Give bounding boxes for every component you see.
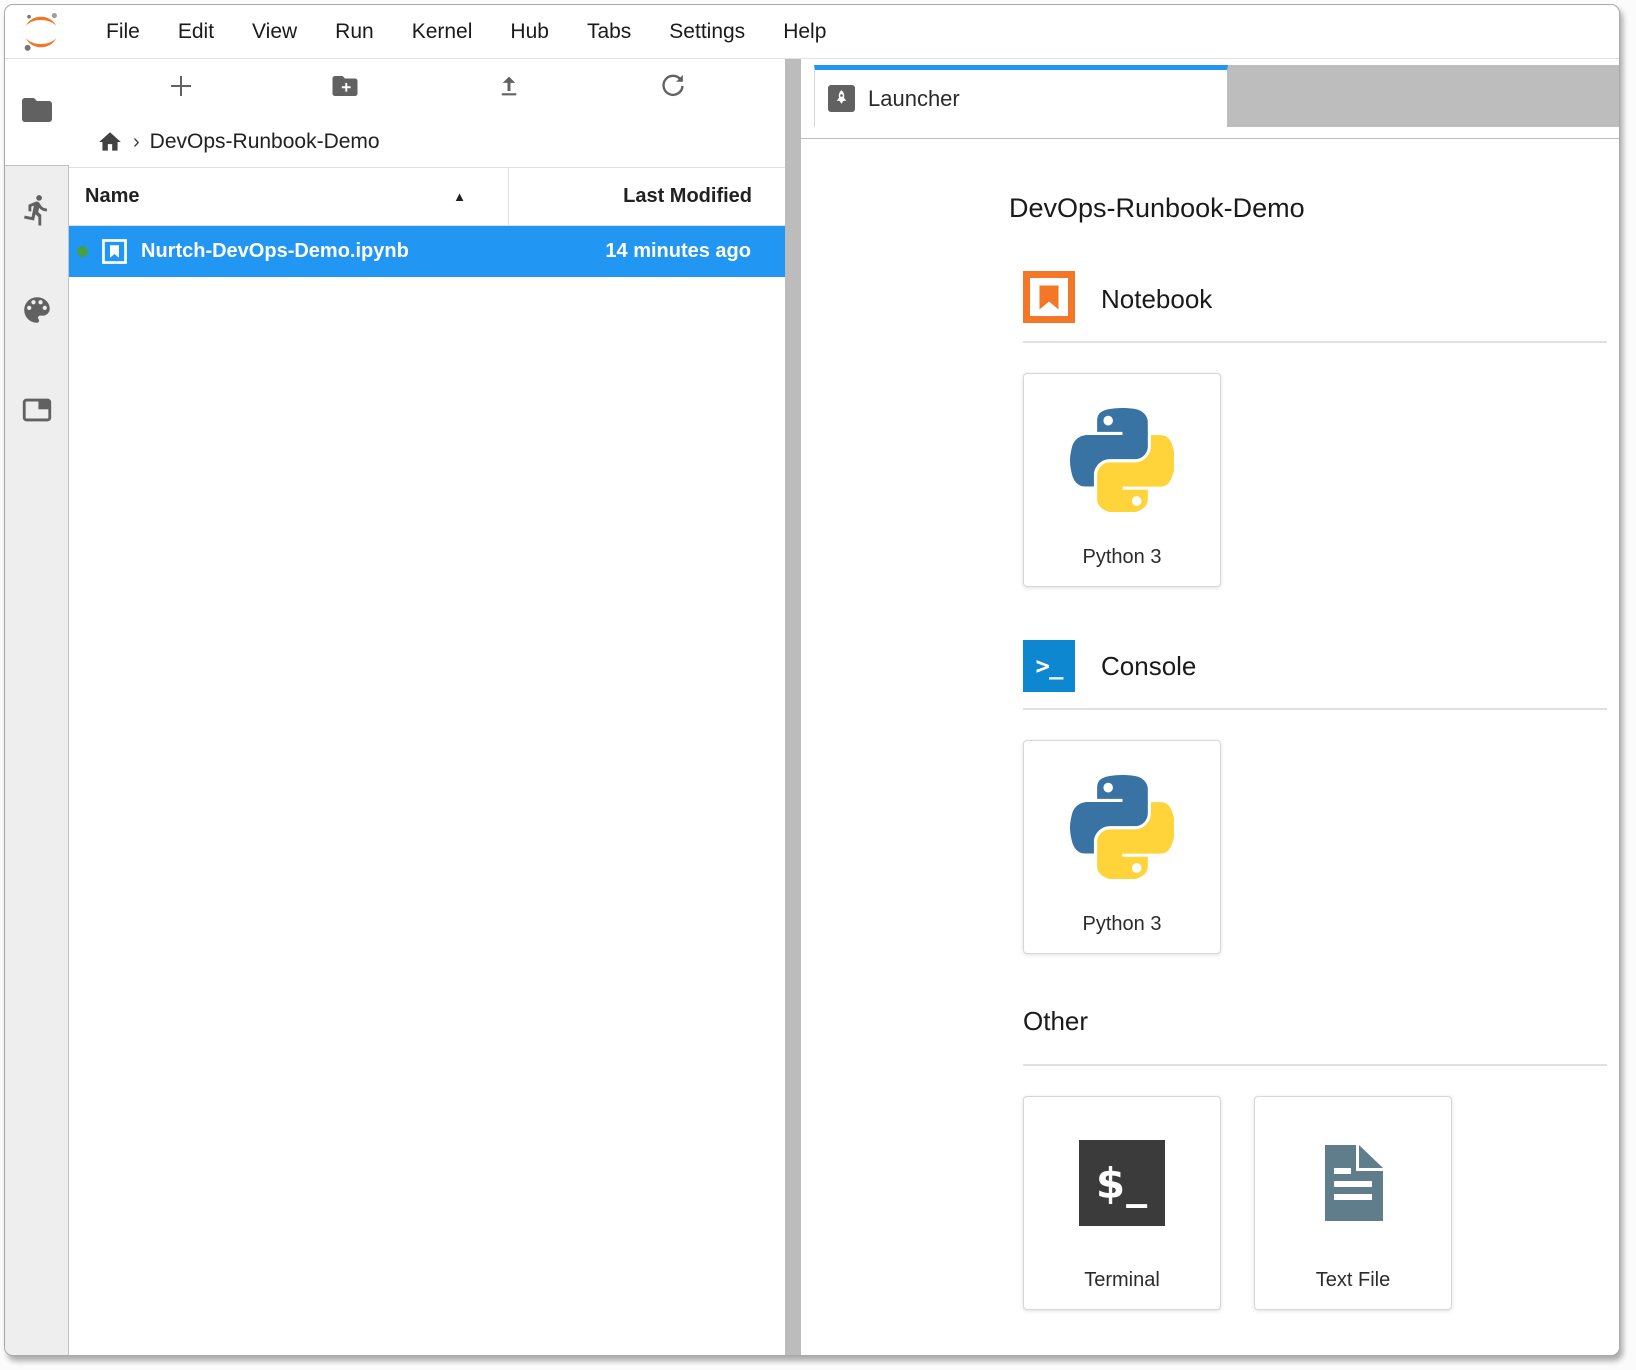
file-last-modified: 14 minutes ago: [605, 240, 785, 263]
menu-bar: File Edit View Run Kernel Hub Tabs Setti…: [5, 5, 1619, 59]
palette-icon: [20, 293, 54, 332]
file-name: Nurtch-DevOps-Demo.ipynb: [141, 240, 605, 263]
card-label: Python 3: [1083, 913, 1162, 953]
panel-splitter[interactable]: [785, 59, 801, 1355]
file-browser-toolbar: [69, 59, 785, 117]
column-header-name[interactable]: Name ▲: [69, 168, 509, 225]
dock-panel: Launcher DevOps-Runbook-Demo Notebook: [801, 59, 1619, 1355]
card-label: Python 3: [1083, 546, 1162, 586]
card-label: Terminal: [1084, 1269, 1160, 1309]
text-file-icon: [1313, 1097, 1393, 1269]
section-divider: [1023, 1064, 1607, 1066]
jupyterlab-window: File Edit View Run Kernel Hub Tabs Setti…: [4, 4, 1620, 1356]
notebook-file-icon: [101, 238, 128, 265]
launcher-section-console: >_ Console Python 3: [1023, 639, 1607, 954]
launcher-section-other: Other $_ Terminal: [1023, 1006, 1607, 1310]
breadcrumb-current-folder[interactable]: DevOps-Runbook-Demo: [150, 130, 380, 154]
plus-icon: [166, 71, 196, 106]
menu-help[interactable]: Help: [764, 20, 845, 44]
menu-settings[interactable]: Settings: [650, 20, 764, 44]
launcher-card-console-python3[interactable]: Python 3: [1023, 740, 1221, 954]
upload-button[interactable]: [486, 65, 532, 111]
last-modified-column-label: Last Modified: [623, 185, 752, 208]
menu-tabs[interactable]: Tabs: [568, 20, 650, 44]
column-header-last-modified[interactable]: Last Modified: [509, 168, 785, 225]
tab-bar-empty-area: [1228, 65, 1619, 127]
new-folder-icon: [330, 71, 360, 106]
sidebar-tab-open-tabs[interactable]: [12, 380, 62, 444]
section-label-console: Console: [1101, 651, 1196, 682]
new-launcher-button[interactable]: [158, 65, 204, 111]
refresh-button[interactable]: [650, 65, 696, 111]
launcher-title: DevOps-Runbook-Demo: [1009, 193, 1607, 224]
launcher-body: DevOps-Runbook-Demo Notebook: [801, 139, 1619, 1355]
file-row-selected[interactable]: Nurtch-DevOps-Demo.ipynb 14 minutes ago: [69, 226, 785, 277]
terminal-icon: $_: [1079, 1140, 1165, 1226]
tabs-icon: [20, 393, 54, 432]
launcher-rocket-icon: [828, 85, 855, 112]
section-divider: [1023, 708, 1607, 710]
home-icon[interactable]: [97, 129, 123, 155]
activity-bar-body: [5, 165, 69, 1355]
menu-view[interactable]: View: [233, 20, 316, 44]
launcher-section-notebook: Notebook Python 3: [1023, 272, 1607, 587]
folder-icon: [19, 92, 55, 133]
sort-ascending-icon: ▲: [453, 189, 466, 204]
main-area: › DevOps-Runbook-Demo Name ▲ Last Modifi…: [5, 59, 1619, 1355]
launcher-card-terminal[interactable]: $_ Terminal: [1023, 1096, 1221, 1310]
menu-run[interactable]: Run: [316, 20, 393, 44]
kernel-running-dot: [77, 246, 88, 257]
section-label-other: Other: [1023, 1006, 1088, 1037]
new-folder-button[interactable]: [322, 65, 368, 111]
refresh-icon: [658, 71, 688, 106]
menu-hub[interactable]: Hub: [491, 20, 568, 44]
section-divider: [1023, 341, 1607, 343]
launcher-card-notebook-python3[interactable]: Python 3: [1023, 373, 1221, 587]
breadcrumb-separator: ›: [133, 131, 140, 154]
left-activity-bar: [5, 59, 69, 1355]
sidebar-tab-command-palette[interactable]: [12, 280, 62, 344]
python-icon: [1070, 741, 1174, 913]
jupyter-logo-icon: [17, 10, 65, 54]
notebook-icon: [1023, 271, 1075, 328]
listing-header: Name ▲ Last Modified: [69, 167, 785, 226]
sidebar-tab-file-browser[interactable]: [5, 59, 69, 165]
menu-edit[interactable]: Edit: [159, 20, 233, 44]
dock-tab-bar: Launcher: [801, 59, 1619, 139]
tab-launcher-label: Launcher: [868, 86, 960, 112]
menu-file[interactable]: File: [87, 20, 159, 44]
upload-icon: [494, 71, 524, 106]
console-icon: >_: [1023, 640, 1075, 692]
section-label-notebook: Notebook: [1101, 284, 1212, 315]
tab-launcher[interactable]: Launcher: [814, 65, 1228, 127]
python-icon: [1070, 374, 1174, 546]
breadcrumb: › DevOps-Runbook-Demo: [69, 117, 785, 167]
sidebar-tab-running-sessions[interactable]: [12, 180, 62, 244]
card-label: Text File: [1316, 1269, 1390, 1309]
name-column-label: Name: [85, 185, 139, 208]
menu-kernel[interactable]: Kernel: [393, 20, 492, 44]
file-browser-panel: › DevOps-Runbook-Demo Name ▲ Last Modifi…: [69, 59, 785, 1355]
running-man-icon: [20, 193, 54, 232]
launcher-card-text-file[interactable]: Text File: [1254, 1096, 1452, 1310]
